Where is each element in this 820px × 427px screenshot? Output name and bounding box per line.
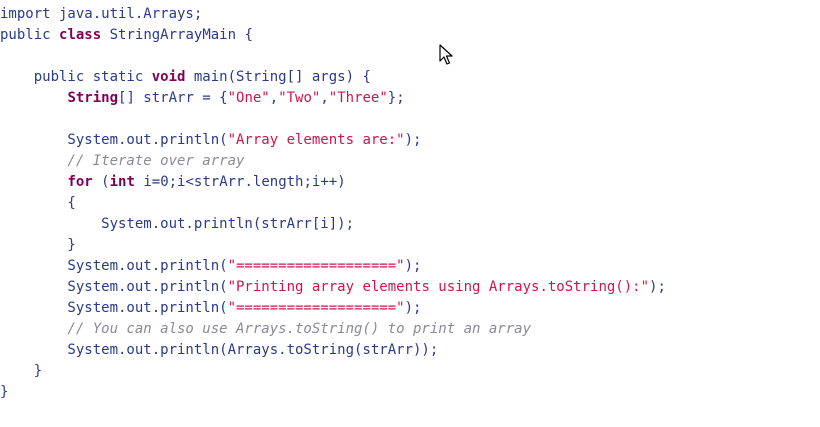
code-token: String	[67, 90, 119, 106]
code-token: StringArrayMain {	[101, 27, 253, 43]
code-token: System.out.println(	[0, 132, 228, 148]
code-token: System.out.println(Arrays.toString(strAr…	[0, 342, 439, 358]
code-token: "Array elements are:"	[227, 132, 405, 148]
code-token: );	[404, 258, 422, 274]
code-line: System.out.println("Printing array eleme…	[0, 277, 666, 298]
code-token: ;i<strArr.length;i++)	[168, 174, 346, 190]
code-line: System.out.println(strArr[i]);	[0, 214, 666, 235]
code-token: }	[0, 384, 9, 400]
code-token: class	[59, 27, 102, 43]
code-token: );	[404, 132, 422, 148]
code-line: public class StringArrayMain {	[0, 25, 666, 46]
code-token: System.out.println(	[0, 300, 228, 316]
arrow-cursor-icon	[439, 44, 453, 65]
code-token: public	[0, 27, 60, 43]
code-token: ,	[320, 90, 329, 106]
code-token: System.out.println(	[0, 279, 228, 295]
code-token: System.out.println(strArr[i]);	[0, 216, 355, 232]
code-token: i=	[134, 174, 161, 190]
code-token: [] strArr = {	[118, 90, 228, 106]
code-token: "Printing array elements using Arrays.to…	[227, 279, 650, 295]
code-token: ,	[269, 90, 279, 106]
code-editor[interactable]: import java.util.Arrays; public class Str…	[0, 0, 820, 427]
code-line: String[] strArr = {"One","Two","Three"};	[0, 88, 666, 109]
code-token: "==================="	[227, 300, 405, 316]
code-token: {	[0, 195, 76, 211]
code-token: );	[649, 279, 666, 295]
code-line: }	[0, 382, 666, 403]
code-token: };	[387, 90, 405, 106]
code-line: for (int i=0;i<strArr.length;i++)	[0, 172, 666, 193]
code-token: "Three"	[328, 90, 388, 106]
code-line: }	[0, 235, 666, 256]
code-line: System.out.println("Array elements are:"…	[0, 130, 666, 151]
code-token: main(String[] args) {	[185, 69, 371, 85]
code-token: int	[109, 174, 135, 190]
code-token: // Iterate over array	[0, 153, 245, 169]
code-text[interactable]: import java.util.Arrays; public class Str…	[0, 4, 666, 403]
code-token: }	[0, 363, 43, 379]
code-line: public static void main(String[] args) {	[0, 67, 666, 88]
code-token: "==================="	[227, 258, 405, 274]
code-line: System.out.println(Arrays.toString(strAr…	[0, 340, 666, 361]
code-token: "One"	[227, 90, 270, 106]
code-token: "Two"	[278, 90, 321, 106]
code-line: System.out.println("==================="…	[0, 256, 666, 277]
code-token: (	[92, 174, 110, 190]
code-token: import java.util.Arrays;	[0, 6, 203, 22]
code-line: {	[0, 193, 666, 214]
code-token: void	[151, 69, 186, 85]
code-token: System.out.println(	[0, 258, 228, 274]
code-token: 0	[160, 174, 169, 190]
code-token: for	[67, 174, 93, 190]
code-token: }	[0, 237, 76, 253]
code-line: }	[0, 361, 666, 382]
code-line: // You can also use Arrays.toString() to…	[0, 319, 666, 340]
code-token: public static	[0, 69, 152, 85]
code-line: // Iterate over array	[0, 151, 666, 172]
code-line: import java.util.Arrays;	[0, 4, 666, 25]
code-token: // You can also use Arrays.toString() to…	[0, 321, 532, 337]
code-token: );	[404, 300, 422, 316]
code-line: System.out.println("==================="…	[0, 298, 666, 319]
